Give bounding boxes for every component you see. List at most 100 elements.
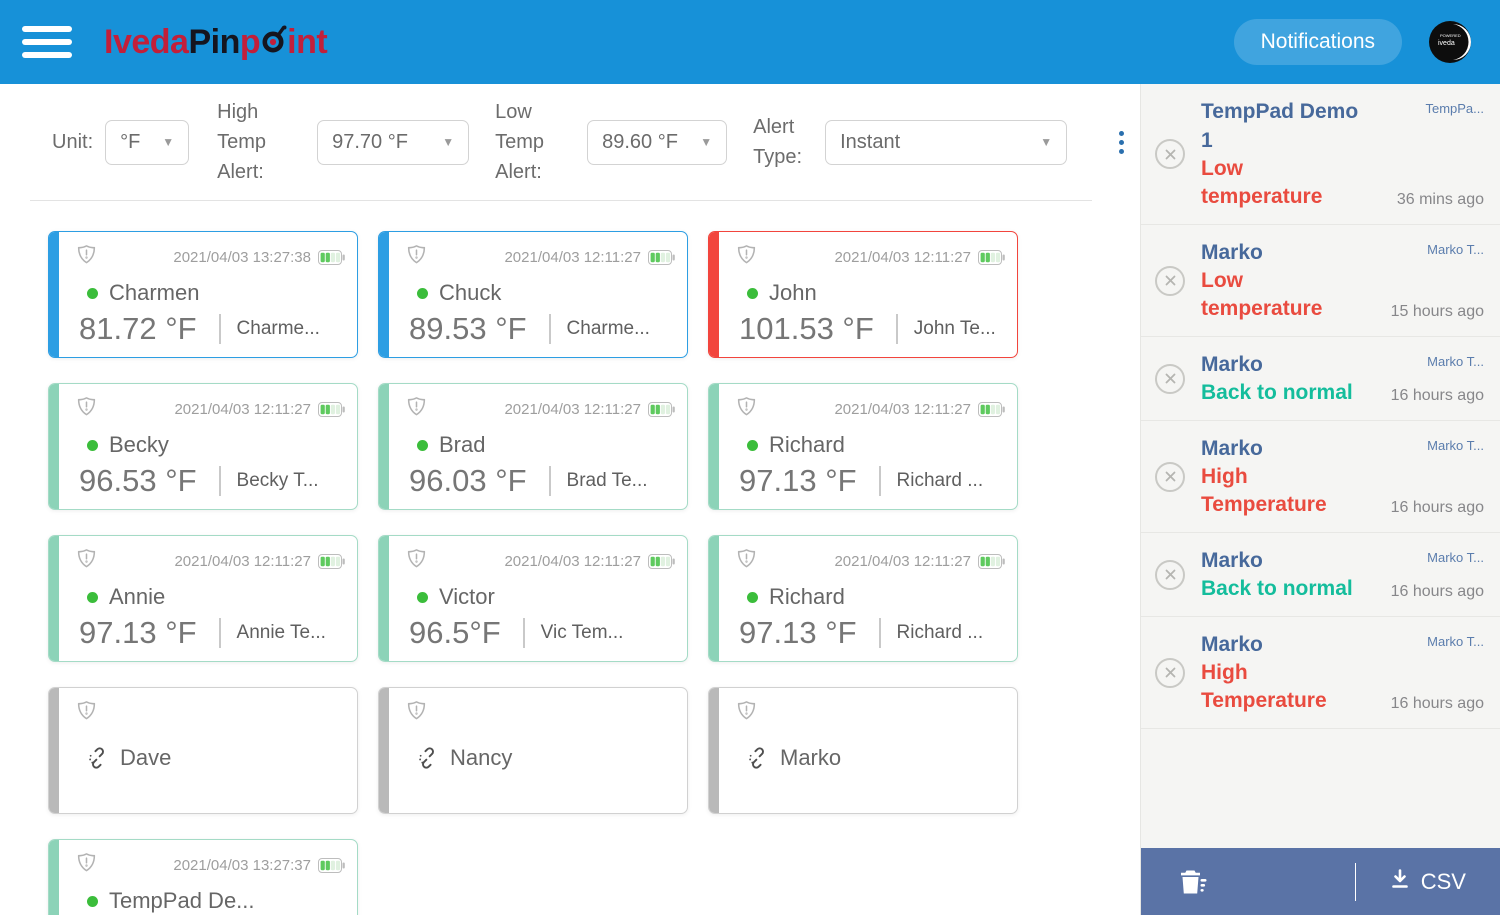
csv-label: CSV bbox=[1420, 868, 1466, 894]
card-divider bbox=[522, 618, 525, 648]
card-divider bbox=[895, 314, 898, 344]
notification-message: Back to normal bbox=[1201, 577, 1353, 600]
download-icon bbox=[1388, 867, 1412, 897]
device-card[interactable]: 2021/04/03 12:11:27 bbox=[48, 383, 358, 510]
unit-dropdown[interactable]: °F ▼ bbox=[105, 119, 190, 165]
status-stripe bbox=[49, 384, 59, 509]
alert-type-label: Alert Type: bbox=[753, 116, 803, 168]
unit-label: Unit: bbox=[52, 131, 94, 153]
notification-item: Marko High Temperature Marko T... 16 hou… bbox=[1141, 617, 1500, 729]
low-temp-dropdown[interactable]: 89.60 °F ▼ bbox=[587, 119, 728, 165]
status-stripe bbox=[49, 536, 59, 661]
device-sub-label: Vic Tem... bbox=[540, 622, 624, 643]
card-divider bbox=[218, 466, 221, 496]
device-card[interactable]: 2021/04/03 12:11:27 bbox=[708, 535, 1018, 662]
dismiss-notification-button[interactable] bbox=[1155, 363, 1185, 394]
notification-item: TempPad Demo 1 Low temperature TempPa...… bbox=[1141, 84, 1500, 225]
temperature-value: 81.72 °F bbox=[79, 311, 197, 346]
shield-alert-icon bbox=[75, 851, 98, 879]
clear-notifications-button[interactable] bbox=[1171, 862, 1213, 902]
device-card[interactable]: 2021/04/03 13:27:37 TempPad De... bbox=[48, 839, 358, 915]
notification-message: Low temperature bbox=[1201, 157, 1323, 208]
device-name: TempPad De... bbox=[109, 888, 255, 913]
dismiss-notification-button[interactable] bbox=[1155, 265, 1185, 296]
notification-title: Marko bbox=[1201, 633, 1263, 656]
notification-message: High Temperature bbox=[1201, 661, 1327, 712]
notification-time: 16 hours ago bbox=[1390, 695, 1484, 712]
chevron-down-icon: ▼ bbox=[442, 135, 455, 149]
online-status-dot bbox=[417, 439, 428, 451]
status-stripe bbox=[379, 384, 389, 509]
device-card[interactable]: 2021/04/03 12:11:27 bbox=[378, 383, 688, 510]
status-stripe bbox=[379, 232, 389, 357]
temperature-value: 96.5°F bbox=[409, 615, 501, 650]
shield-alert-icon bbox=[405, 547, 428, 575]
notification-time: 16 hours ago bbox=[1390, 499, 1484, 516]
alert-type-dropdown[interactable]: Instant ▼ bbox=[825, 119, 1068, 165]
notification-title: Marko bbox=[1201, 549, 1263, 572]
card-divider bbox=[218, 314, 221, 344]
device-name: Chuck bbox=[439, 280, 502, 305]
dismiss-notification-button[interactable] bbox=[1155, 139, 1185, 169]
status-stripe bbox=[709, 232, 719, 357]
device-name: Marko bbox=[780, 745, 842, 770]
shield-alert-icon bbox=[405, 699, 428, 727]
battery-icon bbox=[318, 553, 345, 569]
device-card[interactable]: 2021/04/03 12:11:27 bbox=[708, 383, 1018, 510]
chevron-down-icon: ▼ bbox=[700, 135, 713, 149]
notification-item: Marko Low temperature Marko T... 15 hour… bbox=[1141, 225, 1500, 337]
device-sub-label: Richard ... bbox=[896, 622, 984, 643]
device-card-grid: 2021/04/03 13:27:38 Charmen 81.72 °F Cha… bbox=[0, 201, 1140, 915]
device-card[interactable]: Nancy bbox=[378, 687, 688, 814]
last-reading-timestamp: 2021/04/03 13:27:37 bbox=[173, 856, 311, 874]
disconnected-link-icon bbox=[87, 747, 109, 769]
online-status-dot bbox=[417, 591, 428, 603]
device-card[interactable]: 2021/04/03 13:27:38 Charmen 81.72 °F Cha… bbox=[48, 231, 358, 358]
card-divider bbox=[218, 618, 221, 648]
app-window: Iveda Pin p int Notifications iveda POWERED… bbox=[0, 0, 1500, 915]
temperature-value: 97.13 °F bbox=[739, 615, 857, 650]
notifications-button[interactable]: Notifications bbox=[1233, 19, 1402, 65]
device-card[interactable]: 2021/04/03 12:11:27 bbox=[378, 231, 688, 358]
logo-text-p: p bbox=[239, 22, 261, 61]
battery-icon bbox=[648, 401, 675, 417]
notification-time: 36 mins ago bbox=[1396, 191, 1484, 208]
online-status-dot bbox=[87, 439, 98, 451]
hamburger-menu-icon[interactable] bbox=[22, 23, 72, 61]
notification-device: TempPa... bbox=[1425, 101, 1484, 116]
shield-alert-icon bbox=[735, 699, 758, 727]
last-reading-timestamp: 2021/04/03 12:11:27 bbox=[504, 248, 641, 266]
device-card[interactable]: Dave bbox=[48, 687, 358, 814]
battery-icon bbox=[648, 249, 675, 265]
dismiss-notification-button[interactable] bbox=[1155, 461, 1185, 492]
footer-divider bbox=[1354, 862, 1356, 901]
dismiss-notification-button[interactable] bbox=[1155, 657, 1185, 688]
high-temp-dropdown[interactable]: 97.70 °F ▼ bbox=[317, 119, 470, 165]
shield-alert-icon bbox=[735, 243, 758, 271]
device-card[interactable]: Marko bbox=[708, 687, 1018, 814]
battery-icon bbox=[318, 401, 345, 417]
online-status-dot bbox=[87, 895, 98, 907]
status-stripe bbox=[379, 536, 389, 661]
device-card[interactable]: 2021/04/03 12:11:27 bbox=[708, 231, 1018, 358]
svg-text:POWERED: POWERED bbox=[1440, 33, 1461, 38]
notification-title: Marko bbox=[1201, 241, 1263, 264]
notification-device: Marko T... bbox=[1427, 354, 1484, 369]
logo-target-icon bbox=[261, 24, 287, 63]
card-divider bbox=[878, 466, 881, 496]
status-stripe bbox=[49, 688, 59, 813]
dismiss-notification-button[interactable] bbox=[1155, 559, 1185, 590]
download-csv-button[interactable]: CSV bbox=[1388, 867, 1466, 897]
chevron-down-icon: ▼ bbox=[162, 135, 175, 149]
logo-text-pin: Pin bbox=[188, 22, 240, 61]
battery-icon bbox=[648, 553, 675, 569]
device-card[interactable]: 2021/04/03 12:11:27 bbox=[378, 535, 688, 662]
last-reading-timestamp: 2021/04/03 12:11:27 bbox=[834, 552, 971, 570]
last-reading-timestamp: 2021/04/03 12:11:27 bbox=[174, 552, 311, 570]
status-stripe bbox=[49, 232, 59, 357]
user-avatar[interactable]: iveda POWERED bbox=[1428, 20, 1472, 64]
card-divider bbox=[548, 466, 551, 496]
device-card[interactable]: 2021/04/03 12:11:27 bbox=[48, 535, 358, 662]
device-name: Brad bbox=[439, 432, 486, 457]
more-options-kebab-icon[interactable] bbox=[1113, 125, 1130, 160]
